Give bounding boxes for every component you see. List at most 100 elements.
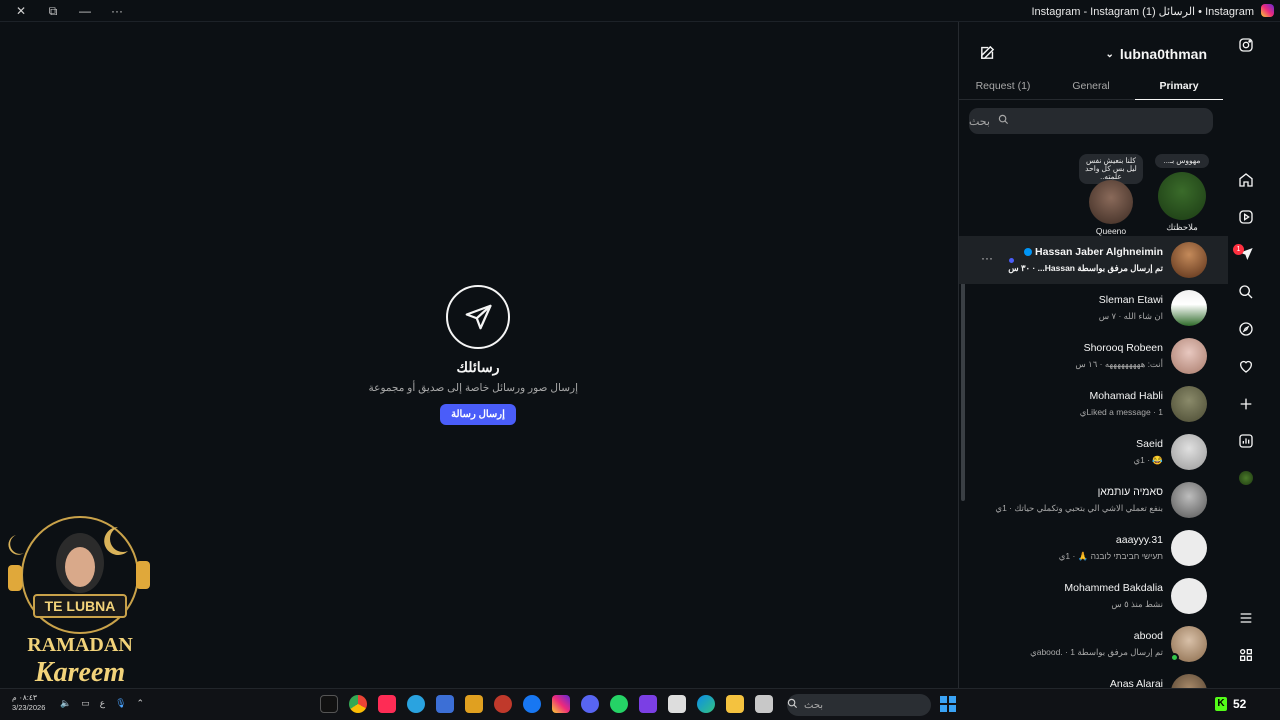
note-name: ملاحظتك <box>1166 222 1198 232</box>
menu-icon[interactable] <box>1237 609 1255 627</box>
note-item-own[interactable]: مهووس بـ... ملاحظتك <box>1155 154 1209 233</box>
tab-requests[interactable]: Request (1) <box>959 72 1047 100</box>
empty-state: رسائلك إرسال صور ورسائل خاصة إلى صديق أو… <box>368 285 578 425</box>
avatar <box>1171 290 1207 326</box>
thread-name: aaayyy.31 <box>1115 534 1163 546</box>
input-language[interactable]: ع <box>100 698 105 709</box>
window-title: Instagram • الرسائل (1) Instagram - Inst… <box>1031 6 1255 18</box>
apps-icon[interactable] <box>1237 646 1255 664</box>
compose-icon[interactable] <box>979 44 996 66</box>
start-button[interactable] <box>940 696 956 712</box>
app-icon[interactable] <box>436 695 454 713</box>
search-input[interactable]: بحث <box>969 108 1213 134</box>
note-bubble: كلنا بنعيش نفس ليل بس كل واحد علمته.. <box>1079 154 1143 184</box>
more-options-icon[interactable]: ··· <box>981 251 993 265</box>
instagram-taskbar-icon[interactable] <box>552 695 570 713</box>
thread-row[interactable]: abood تم إرسال مرفق بواسطة abood. · 1ي <box>959 620 1228 668</box>
empty-state-subtitle: إرسال صور ورسائل خاصة إلى صديق أو مجموعة <box>368 382 578 394</box>
thread-preview: 😂 · 1ي <box>1133 455 1163 465</box>
note-item-queeno[interactable]: كلنا بنعيش نفس ليل بس كل واحد علمته.. Qu… <box>1079 154 1143 236</box>
thread-preview: Liked a message · 1ي <box>1079 407 1163 417</box>
tiktok-lite-icon[interactable] <box>378 695 396 713</box>
clock-time: ٠٨:٤٣ م <box>12 693 37 702</box>
facebook-icon[interactable] <box>523 695 541 713</box>
note-bubble: مهووس بـ... <box>1155 154 1209 168</box>
tab-primary[interactable]: Primary <box>1135 72 1223 100</box>
tiktok-icon[interactable] <box>320 695 338 713</box>
thread-name: Hassan Jaber Alghneimin <box>1024 246 1163 258</box>
sticker-kareem-text: Kareem <box>34 657 125 688</box>
thread-preview: تم إرسال مرفق بواسطة abood. · 1ي <box>1030 647 1163 657</box>
whatsapp-icon[interactable] <box>610 695 628 713</box>
network-icon[interactable]: ▭ <box>81 698 90 709</box>
reels-icon[interactable] <box>1237 208 1255 226</box>
thread-row[interactable]: aaayyy.31 תעישי חביבתי לובנה 🙏 · 1ي <box>959 524 1228 572</box>
profile-avatar[interactable] <box>1237 469 1255 487</box>
avatar <box>1171 530 1207 566</box>
thread-row[interactable]: Anas Alarai <box>959 668 1228 688</box>
thread-row[interactable]: סאמיה עותמאן بنفع تعملي الاشي الي بتحبي … <box>959 476 1228 524</box>
avatar <box>1089 180 1133 224</box>
thread-name: Mohammed Bakdalia <box>1064 582 1163 594</box>
inbox-header: ⌄ lubna0thman <box>959 22 1228 78</box>
kick-icon: K <box>1215 697 1227 711</box>
avatar <box>1171 242 1207 278</box>
explore-icon[interactable] <box>1237 320 1255 338</box>
thread-name-text: Hassan Jaber Alghneimin <box>1035 246 1163 258</box>
thread-preview: بنفع تعملي الاشي الي بتحبي وتكملي حياتك … <box>995 503 1163 513</box>
thread-row[interactable]: Saeid 😂 · 1ي <box>959 428 1228 476</box>
thread-name: סאמיה עותמאן <box>1097 486 1163 498</box>
more-options-button[interactable]: ··· <box>102 0 132 22</box>
taskbar-search-placeholder: بحث <box>804 699 824 711</box>
sticker-ramadan-text: RAMADAN <box>27 634 133 656</box>
create-icon[interactable] <box>1237 395 1255 413</box>
folder-icon[interactable] <box>726 695 744 713</box>
store-icon[interactable] <box>668 695 686 713</box>
thread-row[interactable]: Mohamad Habli Liked a message · 1ي <box>959 380 1228 428</box>
taskbar: ٠٨:٤٣ م 3/23/2026 🔈 ▭ ع 🎙 ⌃ بحث K 52 <box>0 688 1280 720</box>
avatar <box>1158 172 1206 220</box>
navigation-rail <box>1228 22 1280 688</box>
thread-name: Anas Alarai <box>1109 678 1163 688</box>
chrome-icon[interactable] <box>349 695 367 713</box>
search-icon[interactable] <box>1237 283 1255 301</box>
taskbar-apps <box>320 695 773 713</box>
thread-row[interactable]: ··· Hassan Jaber Alghneimin تم إرسال مرف… <box>959 236 1228 284</box>
verified-badge-icon <box>1024 248 1033 257</box>
minimize-window-button[interactable]: — <box>70 0 100 22</box>
home-icon[interactable] <box>1237 171 1255 189</box>
app-icon[interactable] <box>494 695 512 713</box>
insights-icon[interactable] <box>1237 432 1255 450</box>
online-status-dot <box>1170 653 1179 662</box>
edge-icon[interactable] <box>697 695 715 713</box>
discord-icon[interactable] <box>581 695 599 713</box>
avatar <box>1171 338 1207 374</box>
chevron-up-icon[interactable]: ⌃ <box>137 698 145 709</box>
heart-icon[interactable] <box>1237 357 1255 375</box>
thread-preview: نشط منذ ٥ س <box>1111 599 1163 609</box>
tab-general[interactable]: General <box>1047 72 1135 100</box>
clock[interactable]: ٠٨:٤٣ م 3/23/2026 <box>12 693 45 713</box>
avatar <box>1171 482 1207 518</box>
microphone-icon[interactable]: 🎙 <box>115 698 126 709</box>
search-placeholder: بحث <box>969 115 990 128</box>
app-icon[interactable] <box>755 695 773 713</box>
clapper-icon[interactable] <box>639 695 657 713</box>
volume-icon[interactable]: 🔈 <box>60 698 71 709</box>
restore-window-button[interactable]: ⧉ <box>38 0 68 22</box>
game-icon[interactable] <box>465 695 483 713</box>
kick-widget[interactable]: K 52 <box>1215 697 1246 711</box>
taskbar-search[interactable]: بحث <box>787 694 931 716</box>
account-switcher[interactable]: ⌄ lubna0thman <box>1105 46 1207 62</box>
send-message-button[interactable]: إرسال رسالة <box>440 404 516 425</box>
thread-row[interactable]: Mohammed Bakdalia نشط منذ ٥ س <box>959 572 1228 620</box>
telegram-icon[interactable] <box>407 695 425 713</box>
thread-name: abood <box>1133 630 1163 642</box>
avatar <box>1171 434 1207 470</box>
thread-row[interactable]: Sleman Etawi ان شاء الله · ٧ س <box>959 284 1228 332</box>
instagram-icon[interactable] <box>1237 36 1255 54</box>
close-window-button[interactable]: ✕ <box>6 0 36 22</box>
notes-row: مهووس بـ... ملاحظتك كلنا بنعيش نفس ليل ب… <box>959 152 1219 236</box>
paper-plane-icon <box>446 285 510 349</box>
thread-row[interactable]: Shorooq Robeen أنت: هههههههههه · ١٦ س <box>959 332 1228 380</box>
